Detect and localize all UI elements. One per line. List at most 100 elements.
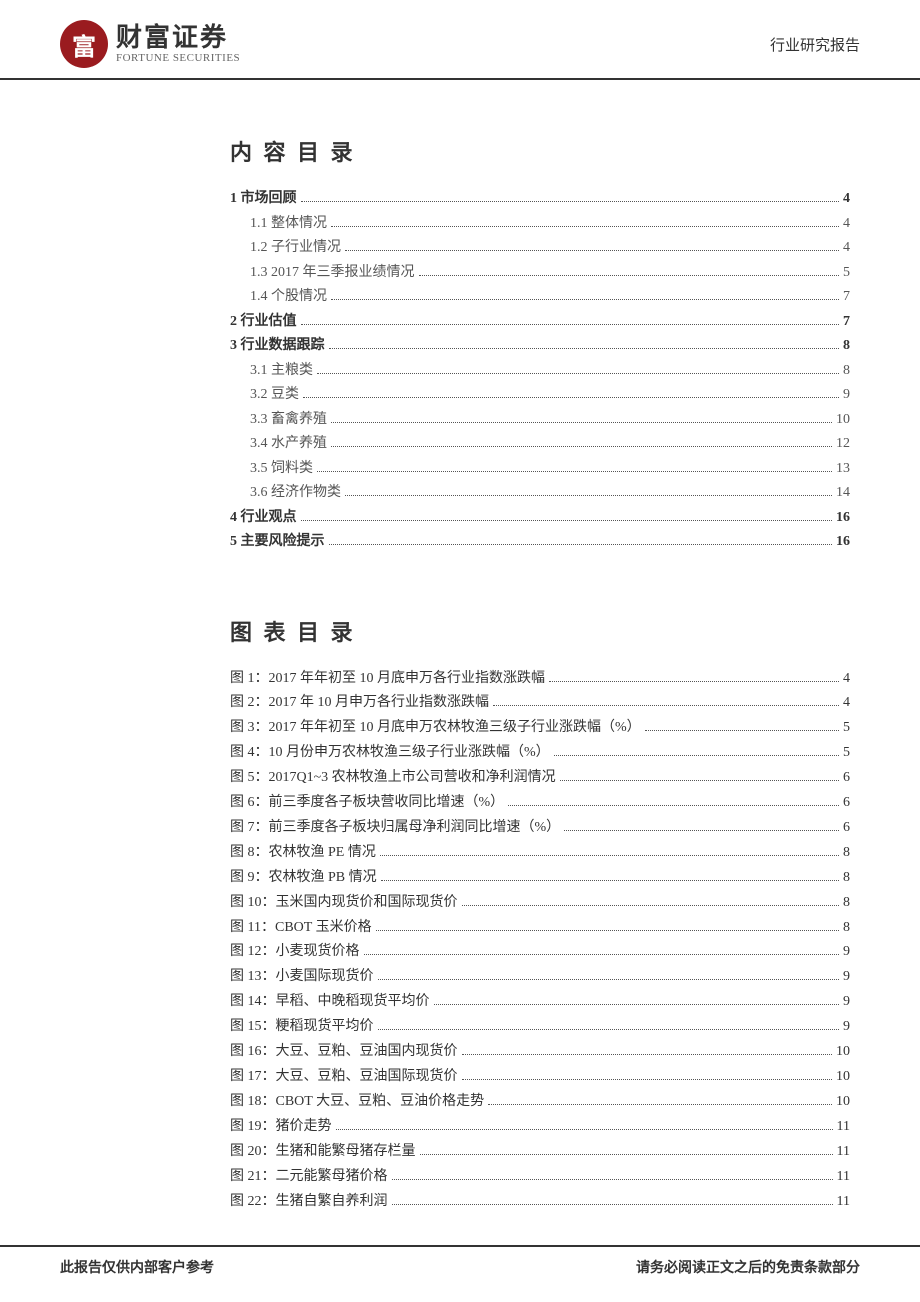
figure-item-page: 11 — [837, 1190, 850, 1215]
figure-item-page: 6 — [843, 816, 850, 841]
leader-dots — [420, 1154, 833, 1155]
toc-item-page: 10 — [836, 408, 850, 433]
figure-item: 图 2：2017 年 10 月申万各行业指数涨跌幅4 — [230, 691, 850, 716]
leader-dots — [462, 1054, 833, 1055]
figure-item: 图 14：早稻、中晚稻现货平均价9 — [230, 990, 850, 1015]
figure-item-page: 9 — [843, 1015, 850, 1040]
toc-item: 1.2 子行业情况4 — [250, 236, 850, 261]
toc-item-page: 8 — [843, 334, 850, 359]
figure-item-label: 图 1：2017 年年初至 10 月底申万各行业指数涨跌幅 — [230, 667, 545, 692]
toc-item-label: 3.4 水产养殖 — [250, 432, 327, 457]
leader-dots — [378, 1029, 840, 1030]
toc-item-page: 5 — [843, 261, 850, 286]
figure-item-label: 图 12：小麦现货价格 — [230, 940, 360, 965]
leader-dots — [336, 1129, 833, 1130]
figure-item: 图 10：玉米国内现货价和国际现货价8 — [230, 891, 850, 916]
page-footer: 此报告仅供内部客户参考 请务必阅读正文之后的免责条款部分 — [0, 1245, 920, 1277]
figure-item-page: 10 — [836, 1090, 850, 1115]
figure-item-label: 图 5：2017Q1~3 农林牧渔上市公司营收和净利润情况 — [230, 766, 556, 791]
figure-item-page: 8 — [843, 841, 850, 866]
leader-dots — [381, 880, 839, 881]
toc-item-page: 16 — [836, 530, 850, 555]
leader-dots — [462, 905, 840, 906]
toc-item: 4 行业观点 16 — [230, 506, 850, 531]
leader-dots — [331, 226, 839, 227]
figure-item-label: 图 4：10 月份申万农林牧渔三级子行业涨跌幅（%） — [230, 741, 550, 766]
figure-item: 图 6：前三季度各子板块营收同比增速（%）6 — [230, 791, 850, 816]
page-header: 富 财富证券 FORTUNE SECURITIES 行业研究报告 — [0, 0, 920, 80]
leader-dots — [462, 1079, 833, 1080]
toc-list: 1 市场回顾 41.1 整体情况41.2 子行业情况41.3 2017 年三季报业… — [230, 187, 850, 555]
figure-item-page: 5 — [843, 741, 850, 766]
leader-dots — [493, 705, 839, 706]
report-type-label: 行业研究报告 — [770, 34, 860, 55]
toc-item-label: 3.1 主粮类 — [250, 359, 313, 384]
figure-item: 图 11：CBOT 玉米价格8 — [230, 916, 850, 941]
toc-item-label: 4 行业观点 — [230, 506, 297, 531]
figure-item: 图 3：2017 年年初至 10 月底申万农林牧渔三级子行业涨跌幅（%）5 — [230, 716, 850, 741]
figure-item-label: 图 17：大豆、豆粕、豆油国际现货价 — [230, 1065, 458, 1090]
figure-item-label: 图 7：前三季度各子板块归属母净利润同比增速（%） — [230, 816, 560, 841]
figure-item: 图 21：二元能繁母猪价格11 — [230, 1165, 850, 1190]
leader-dots — [419, 275, 840, 276]
figure-item: 图 15：粳稻现货平均价9 — [230, 1015, 850, 1040]
figure-item-label: 图 2：2017 年 10 月申万各行业指数涨跌幅 — [230, 691, 489, 716]
toc-item: 5 主要风险提示 16 — [230, 530, 850, 555]
toc-item: 3.2 豆类 9 — [250, 383, 850, 408]
figure-item: 图 7：前三季度各子板块归属母净利润同比增速（%） 6 — [230, 816, 850, 841]
figure-item-page: 10 — [836, 1040, 850, 1065]
toc-item-label: 3.2 豆类 — [250, 383, 299, 408]
toc-item-page: 4 — [843, 236, 850, 261]
figure-item: 图 16：大豆、豆粕、豆油国内现货价 10 — [230, 1040, 850, 1065]
leader-dots — [434, 1004, 840, 1005]
leader-dots — [380, 855, 839, 856]
figure-item-label: 图 22：生猪自繁自养利润 — [230, 1190, 388, 1215]
leader-dots — [488, 1104, 832, 1105]
leader-dots — [378, 979, 840, 980]
toc-item-label: 1 市场回顾 — [230, 187, 297, 212]
figure-item-label: 图 21：二元能繁母猪价格 — [230, 1165, 388, 1190]
toc-item: 3 行业数据跟踪 8 — [230, 334, 850, 359]
toc-item: 2 行业估值7 — [230, 310, 850, 335]
figure-item: 图 20：生猪和能繁母猪存栏量11 — [230, 1140, 850, 1165]
toc-item: 1.1 整体情况4 — [250, 212, 850, 237]
figure-item: 图 12：小麦现货价格9 — [230, 940, 850, 965]
leader-dots — [645, 730, 839, 731]
toc-item-page: 13 — [836, 457, 850, 482]
figure-item-label: 图 10：玉米国内现货价和国际现货价 — [230, 891, 458, 916]
logo-text: 财富证券 FORTUNE SECURITIES — [116, 24, 240, 65]
figure-item: 图 9：农林牧渔 PB 情况8 — [230, 866, 850, 891]
figure-item: 图 22：生猪自繁自养利润 11 — [230, 1190, 850, 1215]
figure-item-label: 图 9：农林牧渔 PB 情况 — [230, 866, 377, 891]
figure-item-page: 8 — [843, 916, 850, 941]
leader-dots — [554, 755, 839, 756]
figures-list: 图 1：2017 年年初至 10 月底申万各行业指数涨跌幅4图 2：2017 年… — [230, 667, 850, 1215]
toc-item-page: 9 — [843, 383, 850, 408]
toc-item: 1.3 2017 年三季报业绩情况5 — [250, 261, 850, 286]
figure-item-label: 图 18：CBOT 大豆、豆粕、豆油价格走势 — [230, 1090, 484, 1115]
figure-item-page: 6 — [843, 791, 850, 816]
toc-heading: 内 容 目 录 — [230, 135, 850, 167]
leader-dots — [301, 201, 840, 202]
toc-item: 3.3 畜禽养殖10 — [250, 408, 850, 433]
leader-dots — [345, 495, 832, 496]
figure-item-label: 图 16：大豆、豆粕、豆油国内现货价 — [230, 1040, 458, 1065]
figure-item-page: 6 — [843, 766, 850, 791]
figure-item: 图 19：猪价走势11 — [230, 1115, 850, 1140]
logo-english: FORTUNE SECURITIES — [116, 52, 240, 64]
toc-item-page: 7 — [843, 310, 850, 335]
page-content: 内 容 目 录 1 市场回顾 41.1 整体情况41.2 子行业情况41.3 20… — [0, 85, 920, 1214]
toc-item: 1.4 个股情况7 — [250, 285, 850, 310]
toc-item-page: 7 — [843, 285, 850, 310]
toc-item-label: 3 行业数据跟踪 — [230, 334, 325, 359]
leader-dots — [392, 1179, 833, 1180]
toc-item-label: 5 主要风险提示 — [230, 530, 325, 555]
toc-item-page: 16 — [836, 506, 850, 531]
footer-left-note: 此报告仅供内部客户参考 — [60, 1257, 214, 1277]
figure-item: 图 1：2017 年年初至 10 月底申万各行业指数涨跌幅4 — [230, 667, 850, 692]
leader-dots — [549, 681, 839, 682]
toc-item: 3.4 水产养殖12 — [250, 432, 850, 457]
toc-item-page: 4 — [843, 212, 850, 237]
leader-dots — [564, 830, 839, 831]
toc-item: 3.1 主粮类8 — [250, 359, 850, 384]
